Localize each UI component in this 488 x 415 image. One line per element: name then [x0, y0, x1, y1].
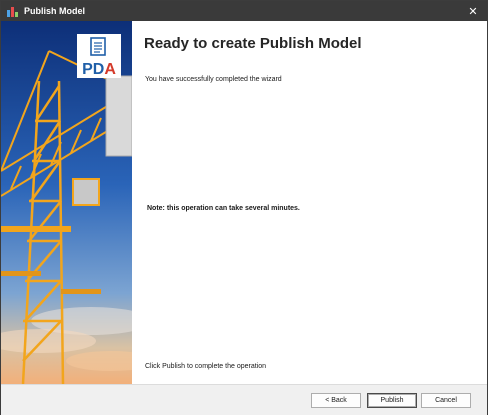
success-message: You have successfully completed the wiza…: [145, 76, 282, 83]
publish-hint: Click Publish to complete the operation: [145, 363, 267, 370]
operation-note: Note: this operation can take several mi…: [147, 205, 300, 212]
page-title: Ready to create Publish Model: [144, 35, 362, 52]
publish-button[interactable]: Publish: [367, 393, 417, 408]
back-button[interactable]: < Back: [311, 393, 361, 408]
button-bar: < Back Publish Cancel: [1, 384, 487, 415]
close-button[interactable]: ✕: [463, 1, 483, 21]
title-bar[interactable]: Publish Model ✕: [1, 1, 487, 21]
construction-crane-photo: PDA: [1, 21, 132, 384]
publish-model-dialog: Publish Model ✕ PDA Ready to create Publ…: [0, 0, 488, 415]
cancel-button[interactable]: Cancel: [421, 393, 471, 408]
close-icon: ✕: [468, 5, 478, 18]
wizard-side-image: PDA: [1, 21, 132, 384]
pda-logo-text: PDA: [82, 61, 116, 78]
window-title: Publish Model: [24, 6, 86, 16]
document-icon: [90, 37, 106, 56]
publish-app-icon: [7, 6, 18, 17]
wizard-content: Ready to create Publish Model You have s…: [132, 21, 487, 384]
